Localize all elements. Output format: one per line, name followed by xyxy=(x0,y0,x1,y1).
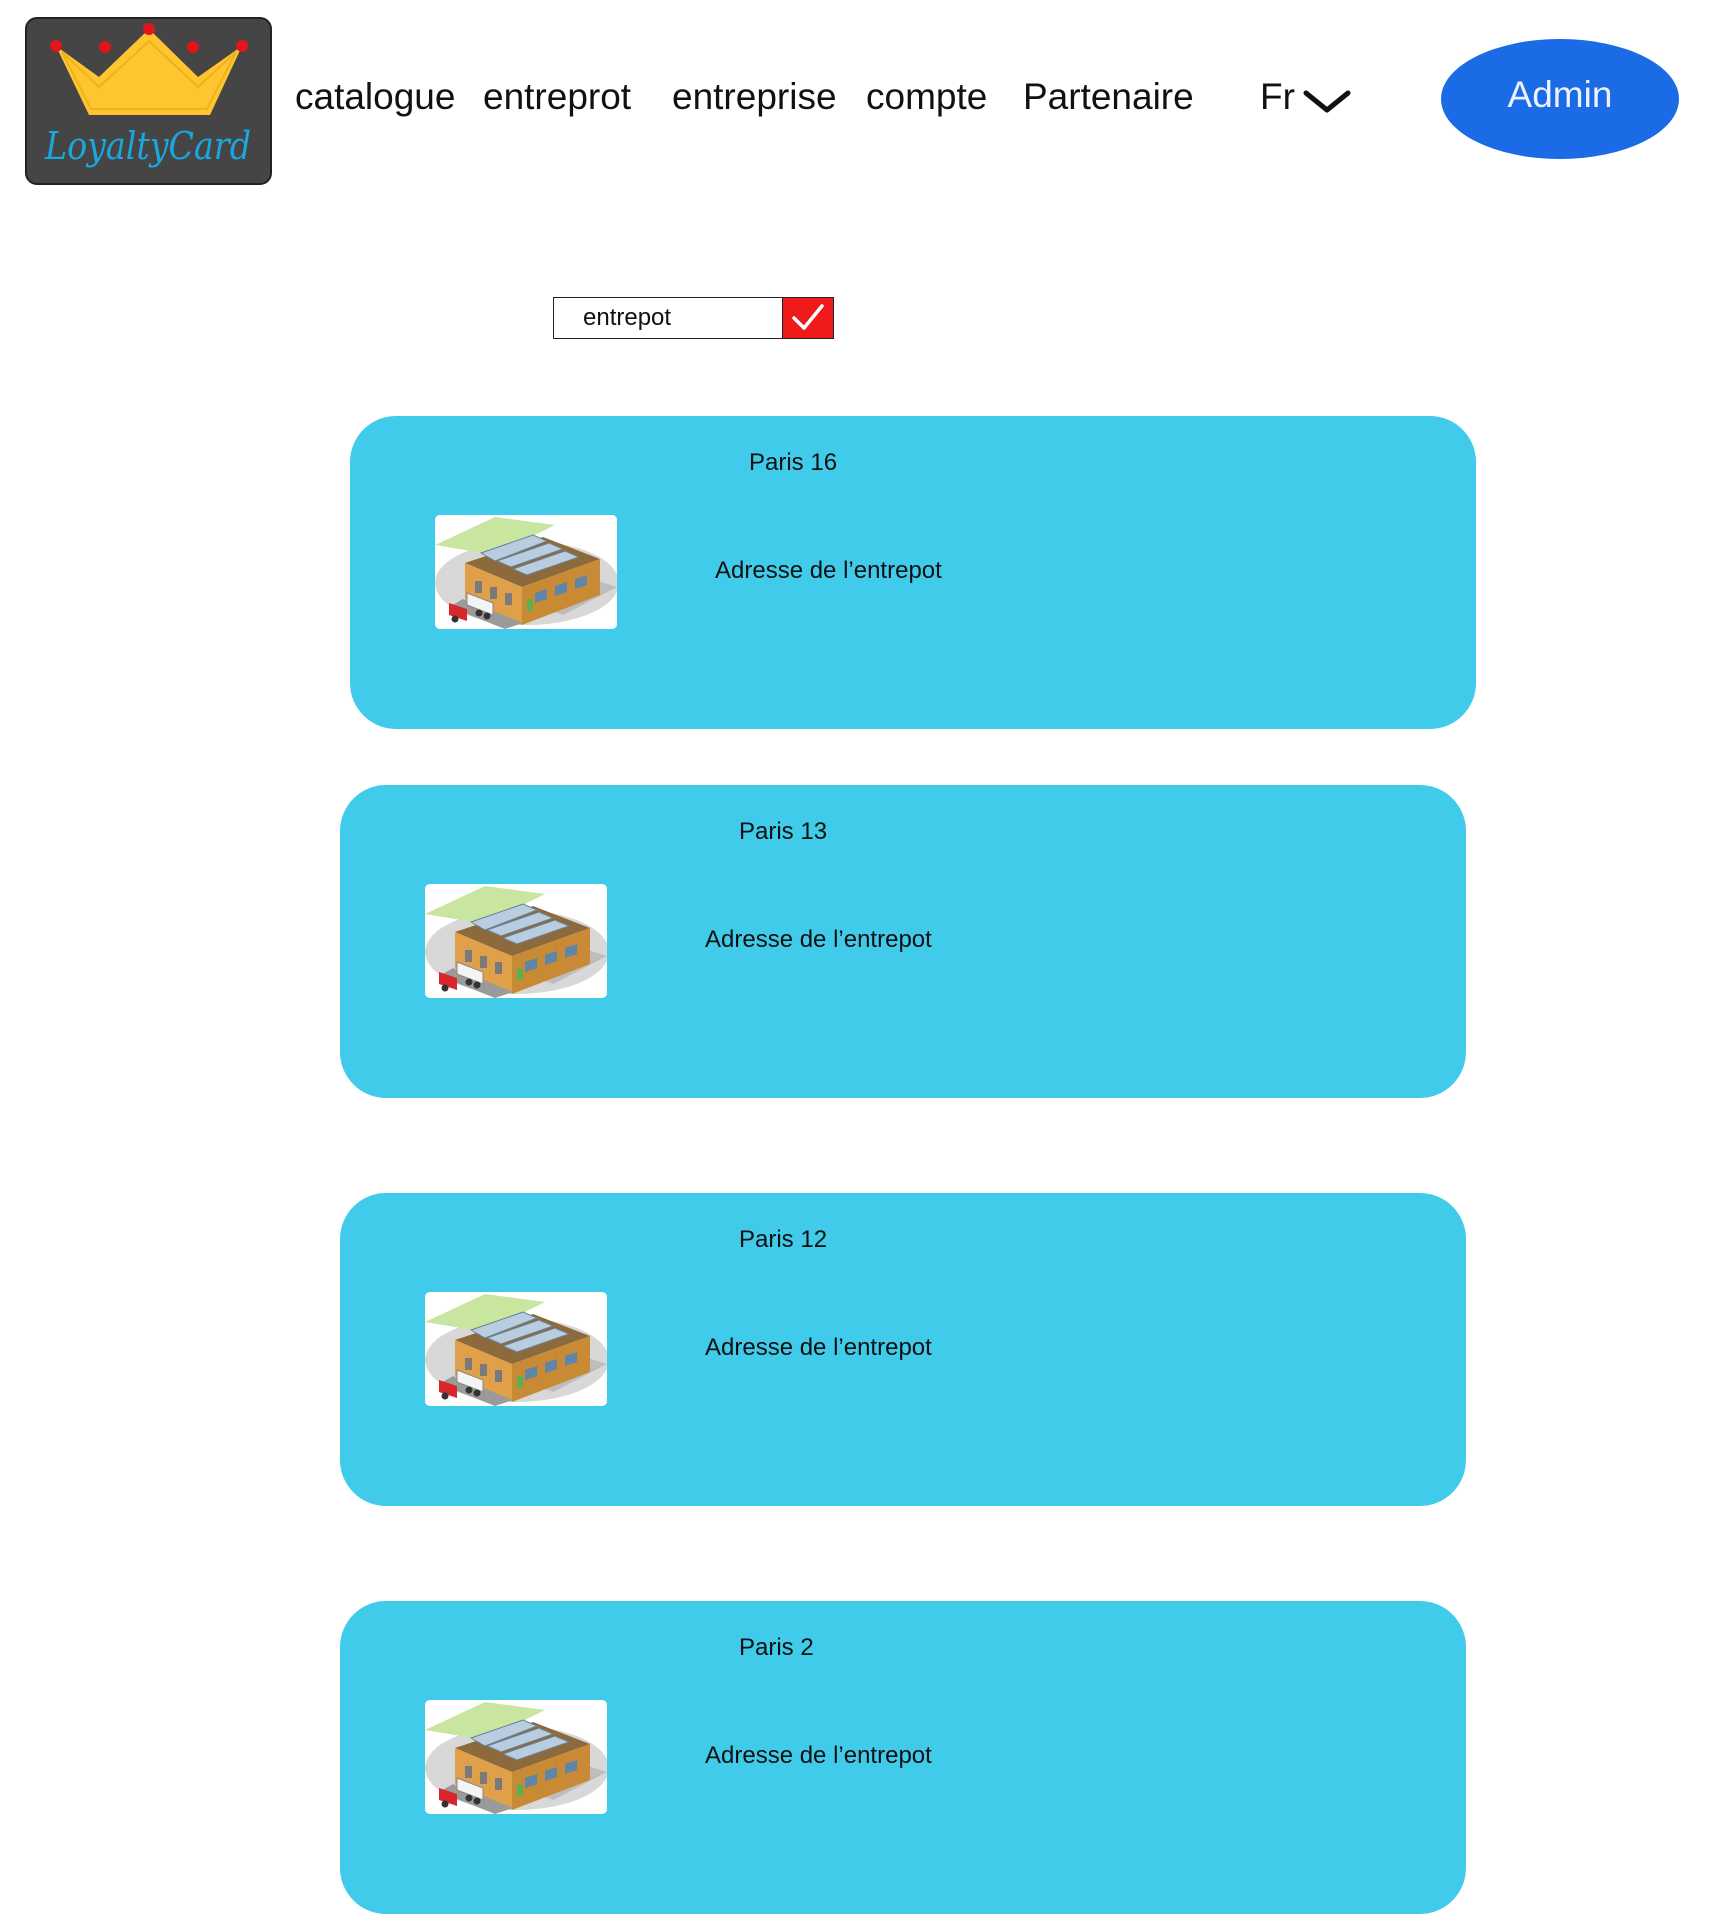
checkmark-icon xyxy=(792,304,824,330)
admin-button[interactable]: Admin xyxy=(1441,39,1679,159)
logo-wordmark: LoyaltyCard xyxy=(44,124,251,168)
warehouse-address: Adresse de l’entrepot xyxy=(705,1742,932,1769)
warehouse-title: Paris 2 xyxy=(739,1634,814,1661)
warehouse-image xyxy=(435,515,617,629)
warehouse-image xyxy=(425,1292,607,1406)
warehouse-address: Adresse de l’entrepot xyxy=(705,926,932,953)
warehouse-illustration xyxy=(425,1700,607,1814)
warehouse-title: Paris 16 xyxy=(749,449,838,476)
warehouse-image xyxy=(425,1700,607,1814)
nav-partenaire[interactable]: Partenaire xyxy=(1023,78,1194,115)
search-submit-button[interactable] xyxy=(782,297,834,339)
chevron-down-icon xyxy=(1303,90,1351,113)
warehouse-address: Adresse de l’entrepot xyxy=(705,1334,932,1361)
crown-icon: LoyaltyCard xyxy=(44,23,251,168)
warehouse-card[interactable]: Paris 16 Adresse de l’entrepot xyxy=(350,416,1476,729)
warehouse-address: Adresse de l’entrepot xyxy=(715,557,942,584)
warehouse-title: Paris 13 xyxy=(739,818,828,845)
brand-logo[interactable]: LoyaltyCard xyxy=(25,17,272,185)
language-selector[interactable]: Fr xyxy=(1260,78,1351,115)
nav-compte[interactable]: compte xyxy=(866,78,987,115)
nav-catalogue[interactable]: catalogue xyxy=(295,78,455,115)
nav-entreprot[interactable]: entreprot xyxy=(483,78,631,115)
warehouse-card[interactable]: Paris 2 Adresse de l’entrepot xyxy=(340,1601,1466,1914)
nav-entreprise[interactable]: entreprise xyxy=(672,78,837,115)
warehouse-image xyxy=(425,884,607,998)
search-input[interactable] xyxy=(553,297,783,339)
warehouse-card[interactable]: Paris 13 Adresse de l’entrepot xyxy=(340,785,1466,1098)
warehouse-card[interactable]: Paris 12 Adresse de l’entrepot xyxy=(340,1193,1466,1506)
language-label: Fr xyxy=(1260,76,1295,117)
warehouse-illustration xyxy=(425,1292,607,1406)
warehouse-illustration xyxy=(435,515,617,629)
warehouse-illustration xyxy=(425,884,607,998)
warehouse-title: Paris 12 xyxy=(739,1226,828,1253)
